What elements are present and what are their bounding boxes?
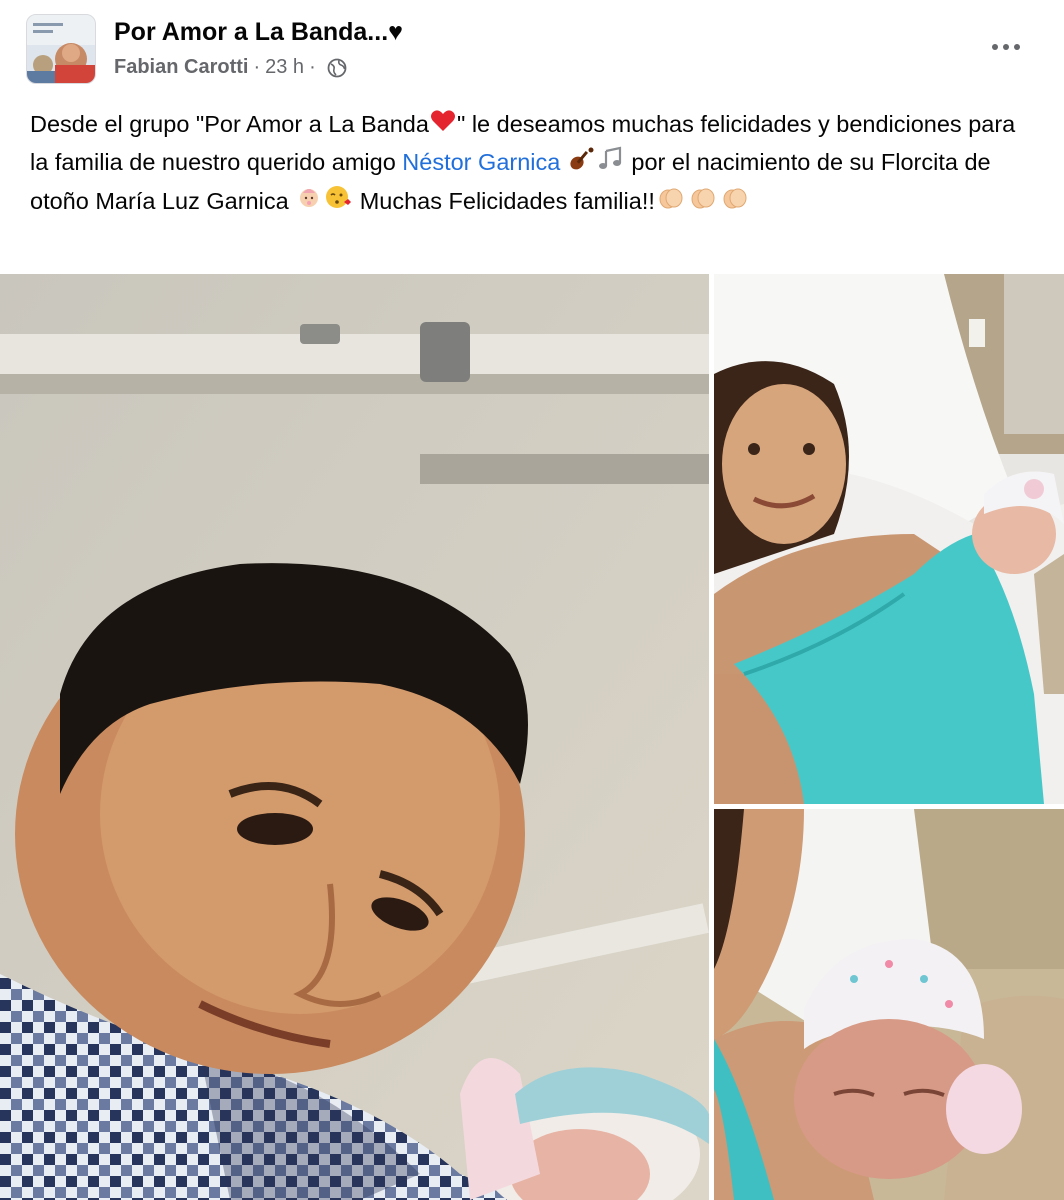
clapping-hands-icon — [688, 184, 718, 221]
meta-separator: · — [253, 56, 261, 78]
post-text-part: Desde el grupo "Por Amor a La Banda — [30, 111, 429, 137]
post-text: Desde el grupo "Por Amor a La Banda " le … — [30, 106, 1040, 221]
author-name-link[interactable]: Fabian Carotti — [114, 56, 248, 79]
post-text-part: Muchas Felicidades familia!! — [353, 187, 655, 214]
red-heart-icon — [430, 107, 456, 144]
photo-father-with-newborn[interactable] — [0, 274, 709, 1200]
globe-icon — [327, 58, 347, 78]
violin-icon — [568, 146, 596, 183]
photo-grid — [0, 274, 1064, 1200]
photo-newborn-close-up[interactable] — [714, 809, 1064, 1200]
group-avatar[interactable] — [26, 14, 96, 84]
more-options-icon[interactable] — [984, 30, 1028, 64]
photo-mother-with-newborn[interactable] — [714, 274, 1064, 804]
mention-link[interactable]: Néstor Garnica — [402, 149, 560, 175]
baby-icon — [296, 184, 322, 221]
clapping-hands-icon — [656, 184, 686, 221]
music-notes-icon — [598, 146, 624, 183]
post-timestamp[interactable]: 23 h — [265, 56, 304, 79]
clapping-hands-icon — [720, 184, 750, 221]
post-header: Por Amor a La Banda...♥ Fabian Carotti ·… — [0, 0, 1064, 100]
meta-separator: · — [309, 56, 316, 78]
post-meta: Fabian Carotti · 23 h · — [114, 56, 347, 79]
kissing-face-icon — [324, 184, 352, 221]
group-name-link[interactable]: Por Amor a La Banda...♥ — [114, 18, 403, 47]
